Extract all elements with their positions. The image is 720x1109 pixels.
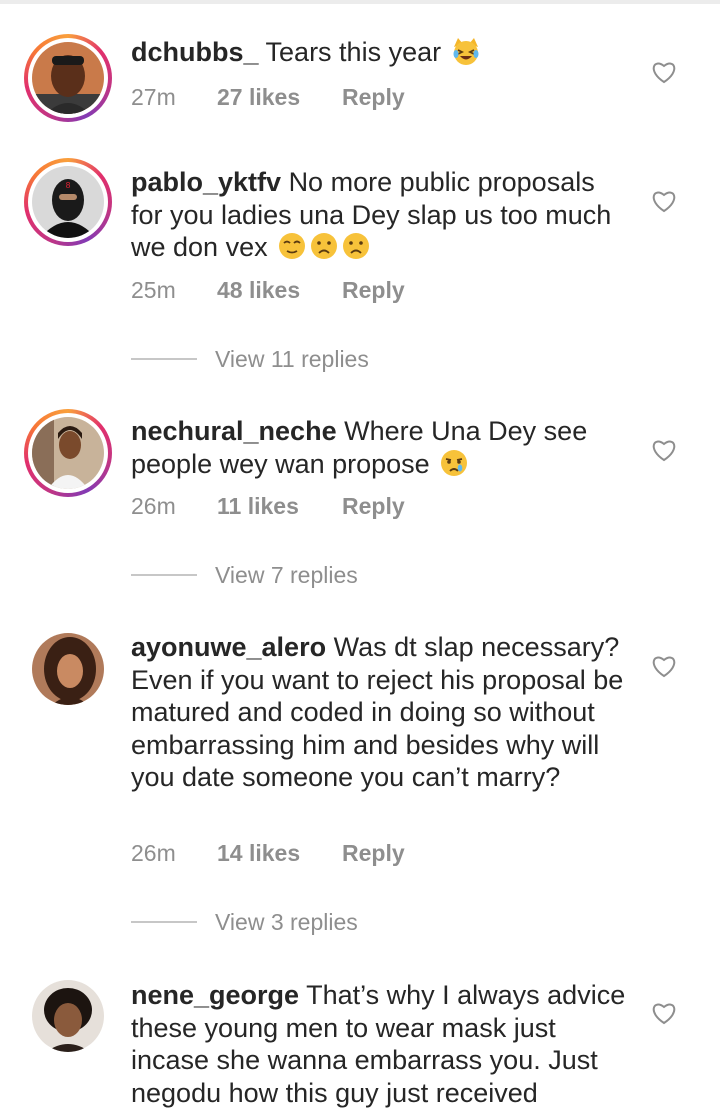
comment-username[interactable]: pablo_yktfv (131, 167, 281, 197)
comment-username[interactable]: ayonuwe_alero (131, 632, 326, 662)
reply-button[interactable]: Reply (342, 84, 405, 110)
heart-icon[interactable] (651, 438, 677, 462)
avatar[interactable] (32, 980, 104, 1052)
avatar-image: 8 (32, 166, 104, 238)
comment-meta: 25m 48 likes Reply (131, 277, 405, 304)
comment-time: 25m (131, 277, 176, 303)
comment-likes[interactable]: 48 likes (217, 277, 342, 304)
svg-text:8: 8 (65, 181, 70, 190)
comment-time: 27m (131, 84, 176, 110)
comment-username[interactable]: dchubbs_ (131, 37, 259, 67)
avatar[interactable] (24, 34, 112, 122)
story-ring: 8 (24, 158, 112, 246)
view-replies-label: View 3 replies (215, 908, 358, 935)
story-ring (24, 34, 112, 122)
replies-divider (131, 358, 197, 360)
replies-divider (131, 921, 197, 923)
avatar[interactable] (24, 409, 112, 497)
comment-text: nechural_neche Where Una Dey see people … (131, 415, 631, 485)
avatar-image (32, 417, 104, 489)
reply-button[interactable]: Reply (342, 493, 405, 519)
comment-likes[interactable]: 14 likes (217, 840, 342, 867)
story-ring (24, 409, 112, 497)
comment-likes[interactable]: 11 likes (217, 493, 342, 520)
view-replies-button[interactable]: View 11 replies (131, 344, 369, 374)
reply-button[interactable]: Reply (342, 840, 405, 866)
frowning-face-icon (341, 231, 371, 269)
avatar-image (32, 42, 104, 114)
comment-body: Tears this year (265, 37, 442, 67)
avatar[interactable]: 8 (24, 158, 112, 246)
comment-meta: 27m 27 likes Reply (131, 84, 405, 111)
crying-face-icon (439, 448, 469, 486)
comment-text: dchubbs_ Tears this year (131, 36, 631, 74)
comment-meta: 26m 11 likes Reply (131, 493, 405, 520)
comment-text: ayonuwe_alero Was dt slap necessary? Eve… (131, 631, 631, 794)
comment-text: nene_george That’s why I always advice t… (131, 979, 631, 1109)
view-replies-label: View 7 replies (215, 561, 358, 588)
frowning-face-icon (309, 231, 339, 269)
comment-time: 26m (131, 840, 176, 866)
view-replies-button[interactable]: View 3 replies (131, 907, 358, 937)
comment-username[interactable]: nechural_neche (131, 416, 337, 446)
heart-icon[interactable] (651, 654, 677, 678)
laughing-crying-cat-face-icon (451, 36, 481, 74)
top-divider (0, 0, 720, 4)
comment-time: 26m (131, 493, 176, 519)
heart-icon[interactable] (651, 189, 677, 213)
view-replies-label: View 11 replies (215, 345, 369, 372)
heart-icon[interactable] (651, 60, 677, 84)
comment-meta: 26m 14 likes Reply (131, 840, 405, 867)
reply-button[interactable]: Reply (342, 277, 405, 303)
relieved-face-icon (277, 231, 307, 269)
avatar[interactable] (32, 633, 104, 705)
comment-text: pablo_yktfv No more public proposals for… (131, 166, 631, 269)
comment-username[interactable]: nene_george (131, 980, 299, 1010)
view-replies-button[interactable]: View 7 replies (131, 560, 358, 590)
heart-icon[interactable] (651, 1001, 677, 1025)
comment-likes[interactable]: 27 likes (217, 84, 342, 111)
replies-divider (131, 574, 197, 576)
